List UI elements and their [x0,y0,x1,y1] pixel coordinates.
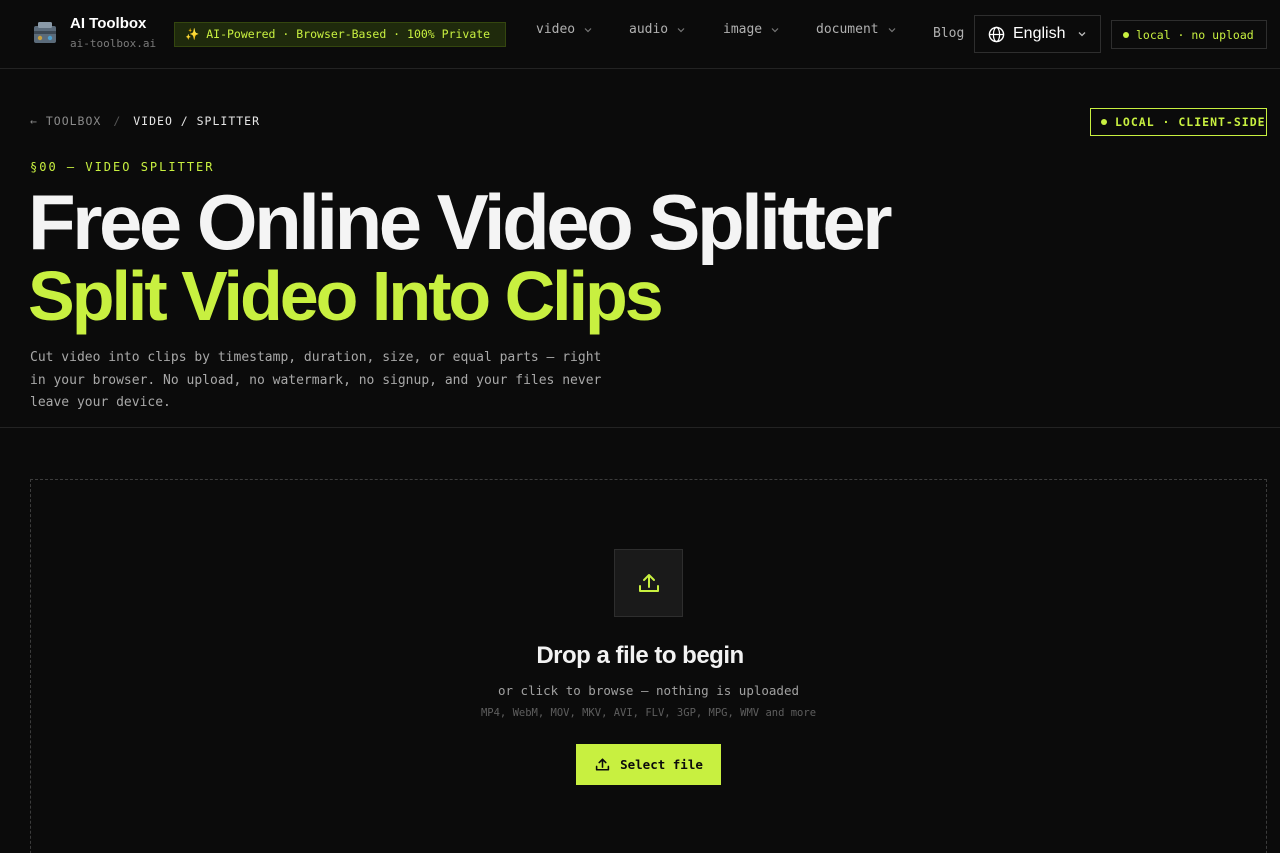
chevron-down-icon [1079,32,1086,37]
nav-video-label: video [536,22,576,37]
upload-icon [595,758,610,771]
nav-image[interactable]: image [723,22,780,37]
privacy-status-pill: local · no upload [1111,20,1267,49]
nav-blog-link[interactable]: Blog [933,26,964,41]
section-label: §00 — VIDEO SPLITTER [30,160,215,174]
nav-audio-label: audio [629,22,669,37]
select-file-button[interactable]: Select file [576,744,721,785]
supported-formats: MP4, WebM, MOV, MKV, AVI, FLV, 3GP, MPG,… [480,707,817,719]
language-label: English [1013,25,1066,42]
badge-dot-icon [1101,119,1107,125]
chevron-down-icon [771,27,779,32]
chevron-down-icon [677,27,685,32]
breadcrumb-toolbox-link[interactable]: ← TOOLBOX [30,114,101,128]
nav-image-label: image [723,22,763,37]
brand-name[interactable]: AI Toolbox [70,15,146,32]
upload-icon [638,574,659,592]
upload-icon-box[interactable] [614,549,683,617]
top-header: AI Toolbox ai-toolbox.ai ✨ AI-Powered · … [0,0,1280,69]
tagline-banner: ✨ AI-Powered · Browser-Based · 100% Priv… [174,22,506,47]
brand-domain: ai-toolbox.ai [70,37,157,50]
nav-document-label: document [816,22,879,37]
nav-audio[interactable]: audio [629,22,686,37]
chevron-down-icon [584,27,592,32]
toolbox-logo-icon[interactable] [30,18,60,48]
page-subtitle: Split Video Into Clips [28,257,664,335]
dropzone-subtitle: or click to browse — nothing is uploaded [497,683,800,698]
local-badge-label: LOCAL · CLIENT-SIDE [1115,115,1266,129]
local-client-side-badge: LOCAL · CLIENT-SIDE [1090,108,1267,136]
section-divider [0,427,1280,428]
page-title: Free Online Video Splitter [28,178,893,266]
globe-icon [988,26,1005,42]
nav-document[interactable]: document [816,22,897,37]
breadcrumb: ← TOOLBOX / VIDEO / SPLITTER [30,114,260,128]
status-dot-icon [1123,31,1129,38]
select-file-label: Select file [620,757,703,772]
language-selector[interactable]: English [974,15,1101,53]
nav-video[interactable]: video [536,22,593,37]
privacy-status-text: local · no upload [1136,27,1254,42]
breadcrumb-current: VIDEO / SPLITTER [133,114,261,128]
breadcrumb-separator: / [113,114,122,128]
chevron-down-icon [888,27,896,32]
page-description: Cut video into clips by timestamp, durat… [30,350,602,410]
dropzone-title: Drop a file to begin [536,642,744,669]
